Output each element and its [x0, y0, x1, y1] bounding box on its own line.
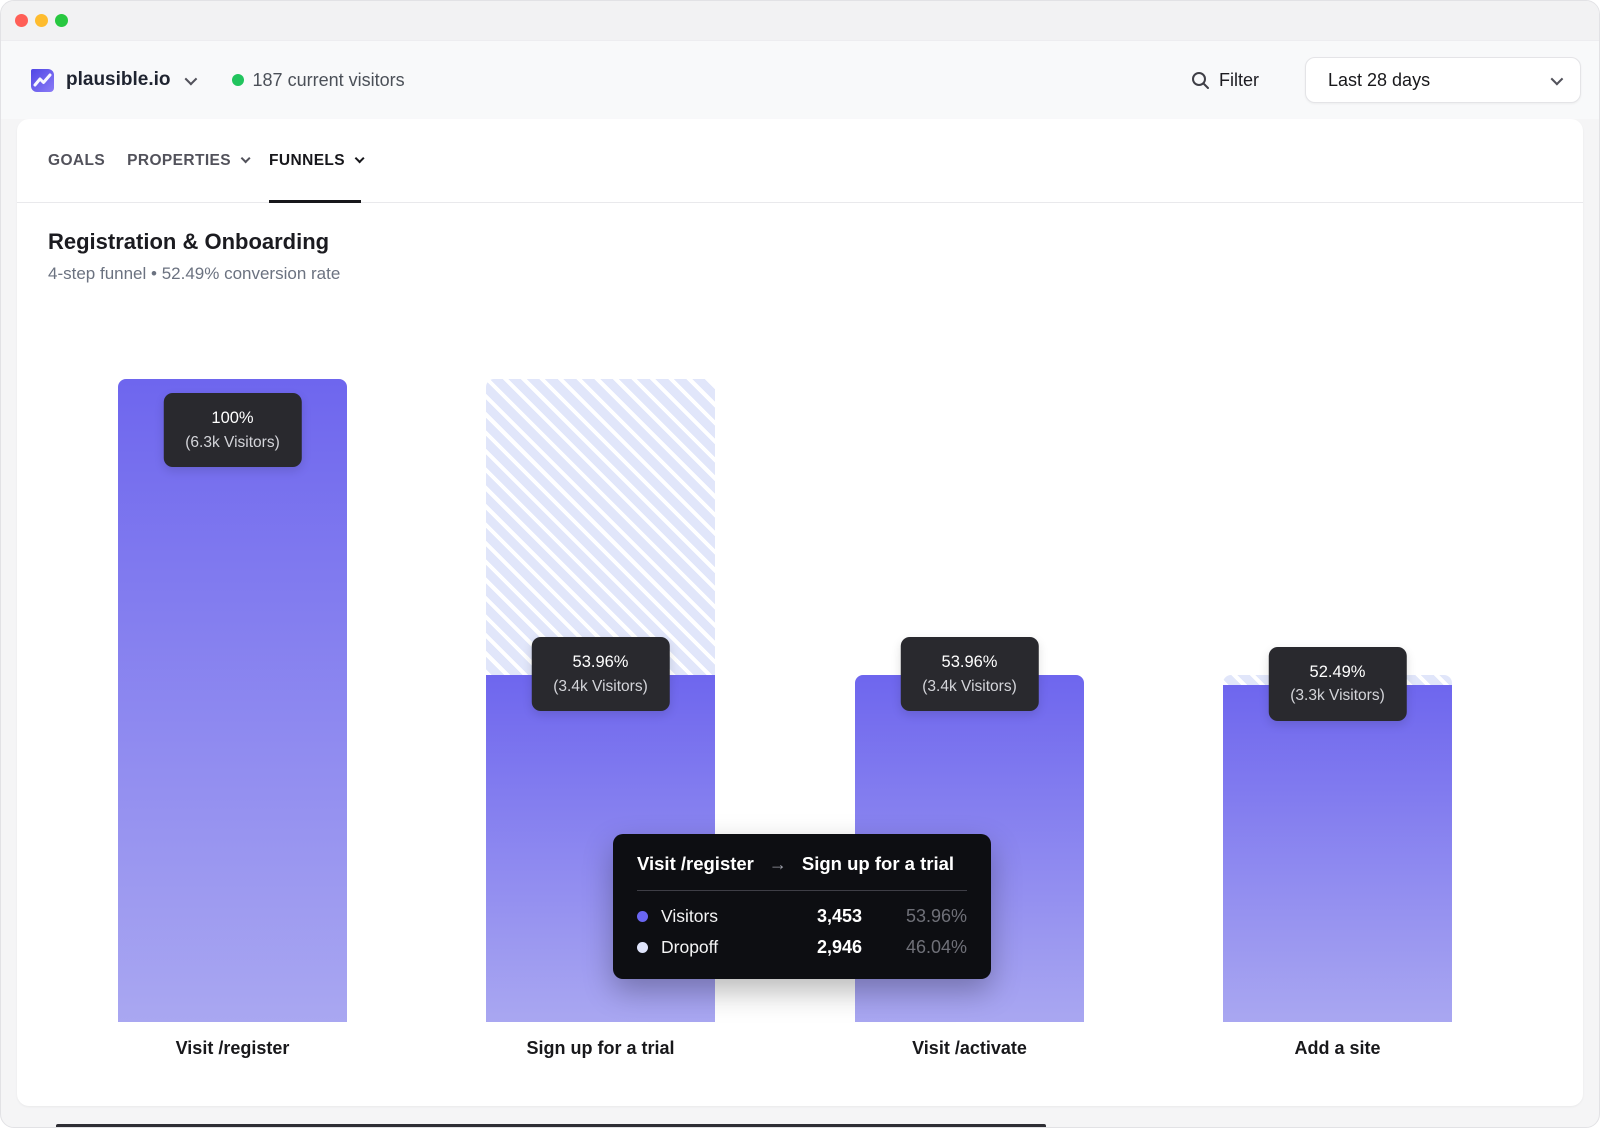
conversion-badge: 53.96% (3.4k Visitors): [531, 637, 669, 711]
funnel-step-column[interactable]: 100% (6.3k Visitors) Visit /register: [118, 379, 347, 1022]
current-visitors-label: 187 current visitors: [253, 70, 405, 91]
conversion-badge: 53.96% (3.4k Visitors): [900, 637, 1038, 711]
funnel-title: Registration & Onboarding: [48, 229, 1583, 255]
step-label: Visit /register: [118, 1038, 347, 1059]
tooltip-step-to: Sign up for a trial: [802, 853, 954, 875]
tooltip-row-dropoff: Dropoff 2,946 46.04%: [637, 932, 967, 963]
funnel-hover-tooltip: Visit /register → Sign up for a trial Vi…: [613, 834, 991, 979]
chevron-down-icon: [1551, 72, 1564, 85]
tooltip-row-visitors: Visitors 3,453 53.96%: [637, 901, 967, 932]
live-indicator-dot-icon: [232, 74, 244, 86]
minimize-window-button[interactable]: [35, 14, 48, 27]
badge-visitors: (6.3k Visitors): [185, 431, 279, 454]
funnel-subtitle: 4-step funnel • 52.49% conversion rate: [48, 264, 1583, 284]
plausible-logo-icon: [29, 67, 56, 94]
tooltip-row-label: Visitors: [661, 906, 718, 927]
tab-bar: GOALS PROPERTIES FUNNELS: [17, 119, 1583, 203]
topbar: plausible.io 187 current visitors Filter…: [1, 41, 1599, 119]
tab-properties-label: PROPERTIES: [127, 152, 231, 170]
funnel-bar[interactable]: 100% (6.3k Visitors): [118, 379, 347, 1022]
app-window: plausible.io 187 current visitors Filter…: [0, 0, 1600, 1128]
site-name: plausible.io: [66, 69, 171, 91]
dropoff-dot-icon: [637, 942, 648, 953]
step-label: Add a site: [1223, 1038, 1452, 1059]
tooltip-row-percent: 53.96%: [875, 906, 967, 927]
chevron-down-icon: [355, 153, 365, 163]
tooltip-row-label: Dropoff: [661, 937, 718, 958]
chevron-down-icon: [241, 153, 251, 163]
current-visitors[interactable]: 187 current visitors: [232, 70, 405, 91]
tab-funnels-label: FUNNELS: [269, 152, 345, 170]
tab-funnels[interactable]: FUNNELS: [269, 119, 361, 202]
funnel-bar[interactable]: 52.49% (3.3k Visitors): [1223, 685, 1452, 1023]
step-label: Visit /activate: [855, 1038, 1084, 1059]
visitors-dot-icon: [637, 911, 648, 922]
funnel-step-column[interactable]: 52.49% (3.3k Visitors) Add a site: [1223, 379, 1452, 1022]
step-label: Sign up for a trial: [486, 1038, 715, 1059]
badge-percent: 53.96%: [553, 650, 647, 675]
date-range-value: Last 28 days: [1328, 70, 1547, 91]
tab-properties[interactable]: PROPERTIES: [127, 119, 247, 202]
chevron-down-icon: [184, 72, 197, 85]
funnel-card: GOALS PROPERTIES FUNNELS Registration & …: [17, 119, 1583, 1106]
badge-visitors: (3.4k Visitors): [922, 675, 1016, 698]
filter-label: Filter: [1219, 70, 1259, 91]
tooltip-divider: [637, 890, 967, 891]
date-range-dropdown[interactable]: Last 28 days: [1305, 57, 1581, 103]
badge-percent: 53.96%: [922, 650, 1016, 675]
tooltip-row-value: 3,453: [817, 906, 862, 927]
zoom-window-button[interactable]: [55, 14, 68, 27]
badge-visitors: (3.4k Visitors): [553, 675, 647, 698]
arrow-right-icon: →: [769, 854, 787, 875]
tab-goals-label: GOALS: [48, 152, 105, 170]
site-picker[interactable]: plausible.io: [29, 67, 194, 94]
tooltip-header: Visit /register → Sign up for a trial: [637, 853, 967, 875]
tab-goals[interactable]: GOALS: [48, 119, 105, 202]
tooltip-step-from: Visit /register: [637, 853, 754, 875]
conversion-badge: 100% (6.3k Visitors): [163, 393, 301, 467]
filter-button[interactable]: Filter: [1191, 70, 1259, 91]
badge-percent: 100%: [185, 406, 279, 431]
window-titlebar: [1, 1, 1599, 41]
dropoff-hatch-area: [486, 379, 715, 675]
badge-visitors: (3.3k Visitors): [1290, 684, 1384, 707]
badge-percent: 52.49%: [1290, 660, 1384, 685]
search-icon: [1191, 71, 1210, 90]
tooltip-row-value: 2,946: [817, 937, 862, 958]
tooltip-row-percent: 46.04%: [875, 937, 967, 958]
cropped-bottom-element: [56, 1124, 1046, 1127]
close-window-button[interactable]: [15, 14, 28, 27]
conversion-badge: 52.49% (3.3k Visitors): [1268, 647, 1406, 721]
